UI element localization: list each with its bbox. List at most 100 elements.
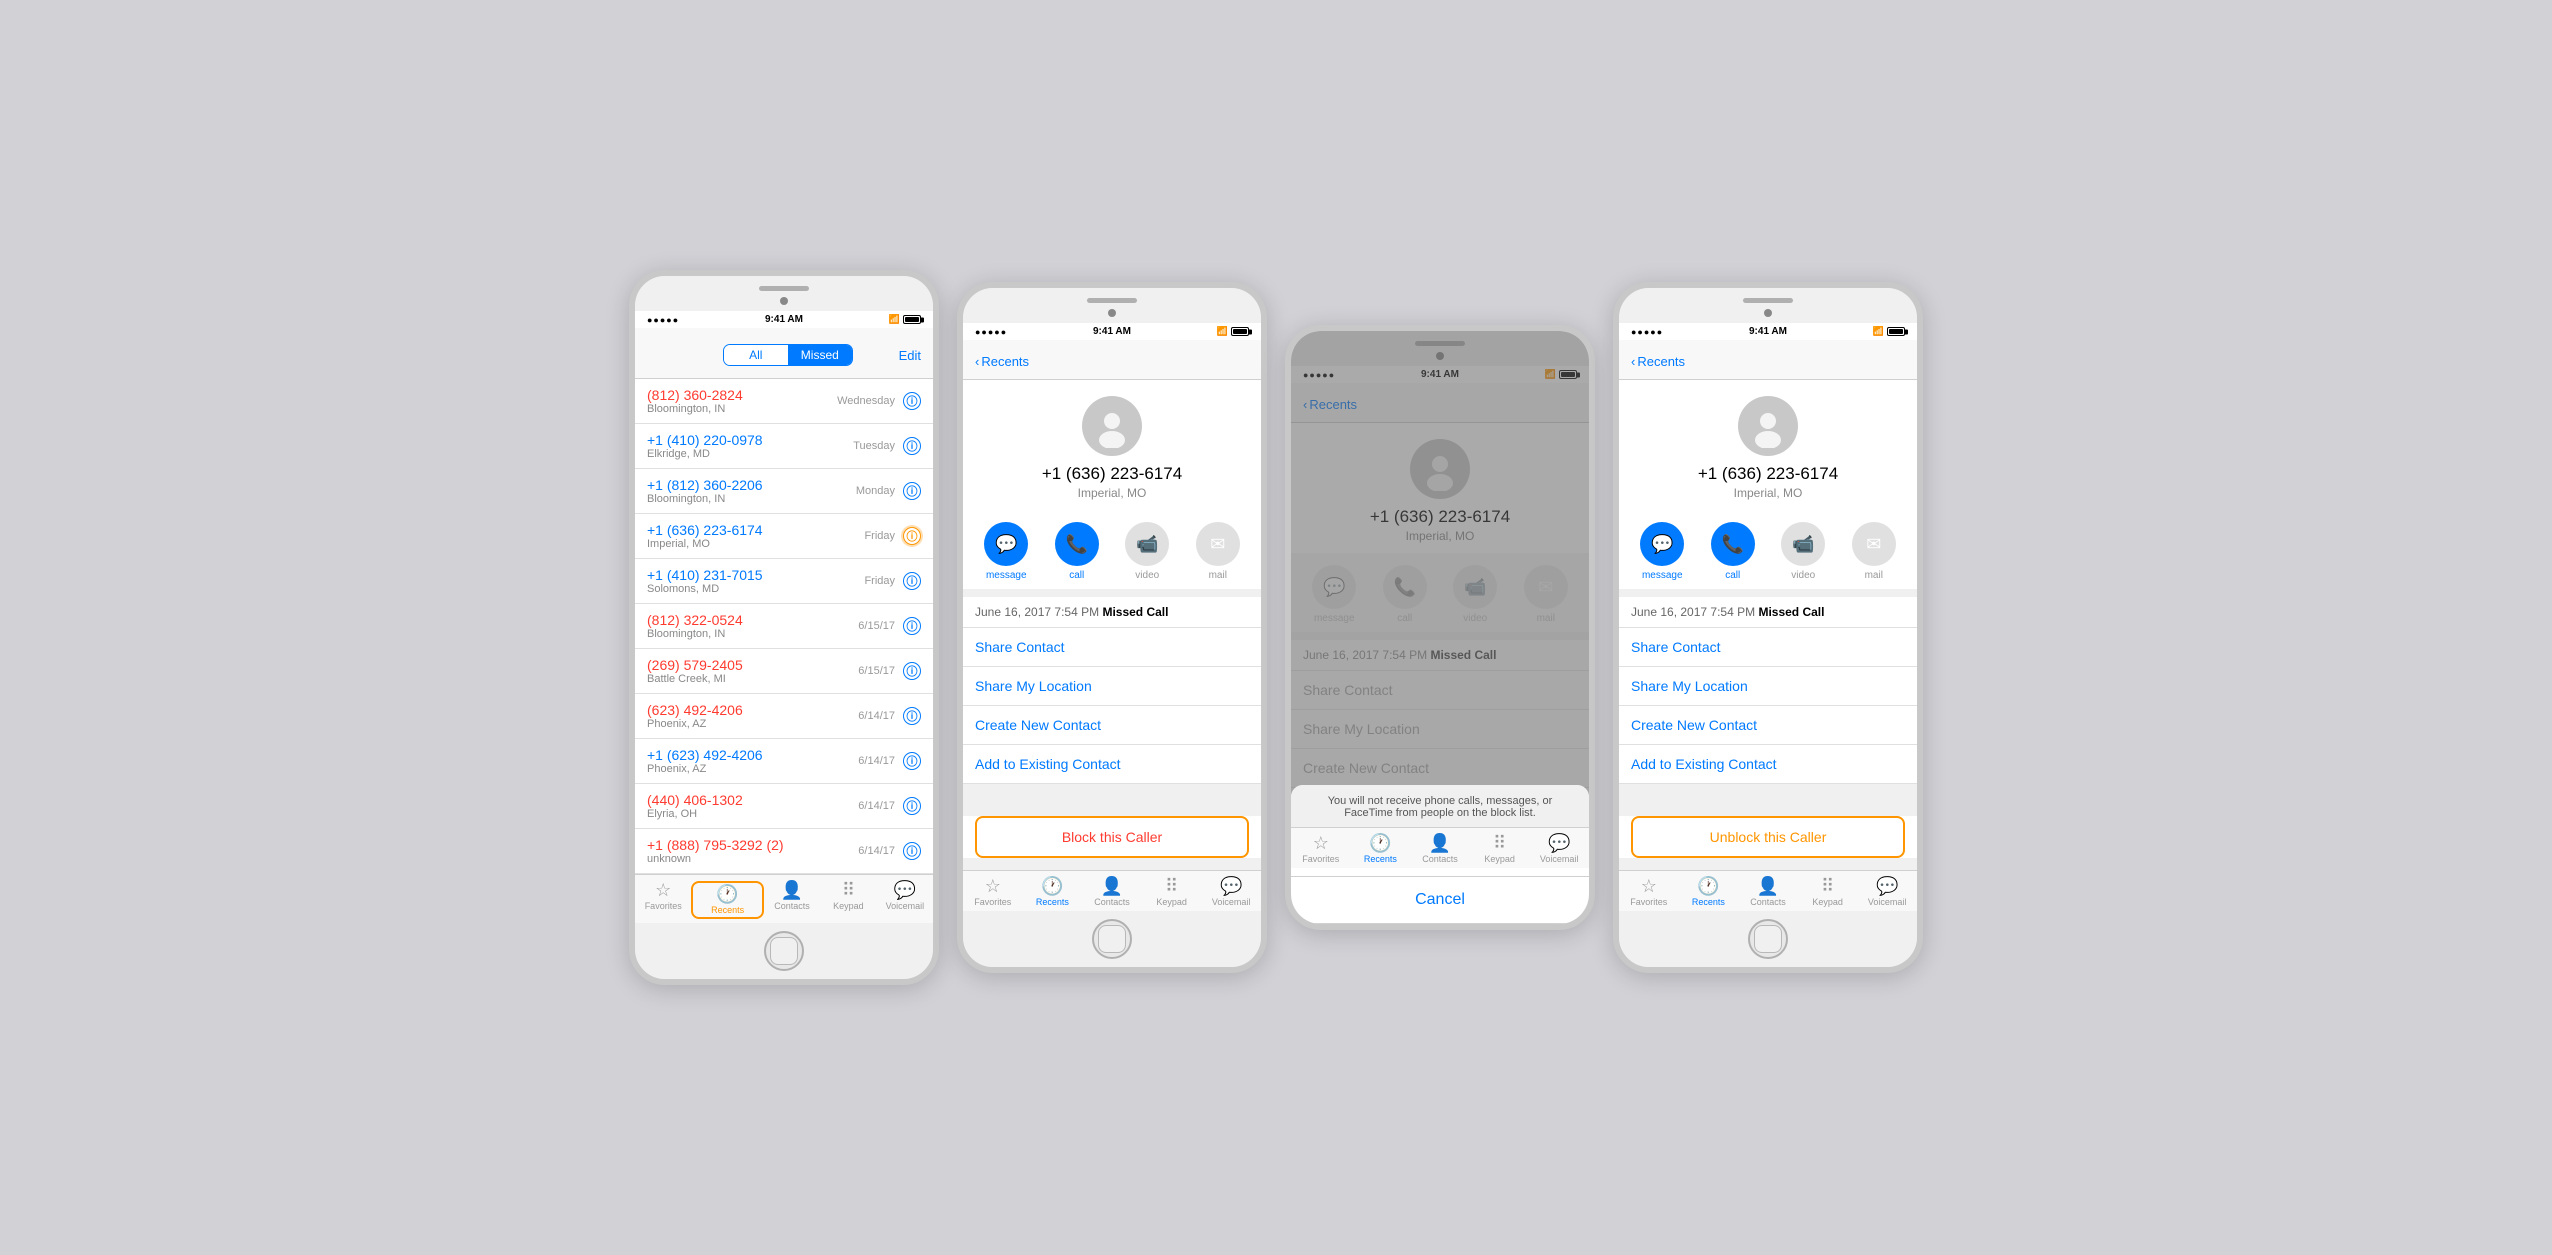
- link-add-existing-4[interactable]: Add to Existing Contact: [1619, 745, 1917, 784]
- tab-voicemail-2[interactable]: 💬 Voicemail: [1201, 877, 1261, 907]
- contact-location-2: Imperial, MO: [1078, 486, 1147, 500]
- tab-contacts-3[interactable]: 👤 Contacts: [1410, 834, 1470, 864]
- link-share-location-2[interactable]: Share My Location: [963, 667, 1261, 706]
- tab-favorites-3[interactable]: ☆ Favorites: [1291, 834, 1351, 864]
- link-create-contact-4[interactable]: Create New Contact: [1619, 706, 1917, 745]
- tab-contacts-4[interactable]: 👤 Contacts: [1738, 877, 1798, 907]
- link-share-contact-2[interactable]: Share Contact: [963, 628, 1261, 667]
- list-item-1-9[interactable]: +1 (623) 492-4206 Phoenix, AZ 6/14/17 ⓘ: [635, 739, 933, 784]
- tab-keypad-1[interactable]: ⠿ Keypad: [820, 881, 876, 919]
- action-video-2[interactable]: 📹 video: [1119, 522, 1175, 581]
- list-item-1-3[interactable]: +1 (812) 360-2206 Bloomington, IN Monday…: [635, 469, 933, 514]
- call-circle-2: 📞: [1055, 522, 1099, 566]
- avatar-2: [1082, 396, 1142, 456]
- key-label-4: Keypad: [1812, 897, 1843, 907]
- info-btn-1-10[interactable]: ⓘ: [903, 797, 921, 815]
- tab-recents-4[interactable]: 🕐 Recents: [1679, 877, 1739, 907]
- location-1-3: Bloomington, IN: [647, 493, 856, 505]
- list-item-1-2[interactable]: +1 (410) 220-0978 Elkridge, MD Tuesday ⓘ: [635, 424, 933, 469]
- link-add-existing-2[interactable]: Add to Existing Contact: [963, 745, 1261, 784]
- action-message-2[interactable]: 💬 message: [978, 522, 1034, 581]
- list-item-1-6[interactable]: (812) 322-0524 Bloomington, IN 6/15/17 ⓘ: [635, 604, 933, 649]
- location-1-10: Elyria, OH: [647, 808, 858, 820]
- home-button-2[interactable]: [1092, 919, 1132, 959]
- back-btn-2[interactable]: ‹ Recents: [975, 354, 1029, 369]
- wifi-icon-1: 📶: [889, 314, 900, 325]
- video-label-2: video: [1135, 570, 1159, 581]
- info-btn-1-3[interactable]: ⓘ: [903, 482, 921, 500]
- tab-favorites-2[interactable]: ☆ Favorites: [963, 877, 1023, 907]
- tab-recents-3[interactable]: 🕐 Recents: [1351, 834, 1411, 864]
- info-btn-1-4[interactable]: ⓘ: [903, 527, 921, 545]
- list-item-1-7[interactable]: (269) 579-2405 Battle Creek, MI 6/15/17 …: [635, 649, 933, 694]
- tab-recents-1[interactable]: 🕐 Recents: [691, 881, 763, 919]
- action-video-4[interactable]: 📹 video: [1775, 522, 1831, 581]
- number-1-6: (812) 322-0524: [647, 612, 858, 628]
- info-btn-1-2[interactable]: ⓘ: [903, 437, 921, 455]
- con-label-3: Contacts: [1422, 854, 1458, 864]
- seg-all-1[interactable]: All: [724, 345, 788, 365]
- tab-bar-3: ☆ Favorites 🕐 Recents 👤 Contacts ⠿ Keypa…: [1291, 827, 1589, 868]
- action-call-4[interactable]: 📞 call: [1705, 522, 1761, 581]
- number-1-4: +1 (636) 223-6174: [647, 522, 864, 538]
- phone-bottom-4: [1619, 911, 1917, 967]
- status-icons-2: 📶: [1217, 326, 1249, 337]
- list-item-1-10[interactable]: (440) 406-1302 Elyria, OH 6/14/17 ⓘ: [635, 784, 933, 829]
- back-btn-4[interactable]: ‹ Recents: [1631, 354, 1685, 369]
- location-1-11: unknown: [647, 853, 858, 865]
- number-1-2: +1 (410) 220-0978: [647, 432, 853, 448]
- edit-btn-1[interactable]: Edit: [899, 348, 921, 363]
- list-item-1-4[interactable]: +1 (636) 223-6174 Imperial, MO Friday ⓘ: [635, 514, 933, 559]
- nav-bar-4: ‹ Recents: [1619, 340, 1917, 380]
- seg-control-1[interactable]: All Missed: [723, 344, 853, 366]
- date-1-6: 6/15/17: [858, 620, 895, 632]
- action-message-4[interactable]: 💬 message: [1634, 522, 1690, 581]
- link-share-contact-4[interactable]: Share Contact: [1619, 628, 1917, 667]
- tab-contacts-1[interactable]: 👤 Contacts: [764, 881, 820, 919]
- vm-icon-2: 💬: [1220, 877, 1242, 895]
- action-mail-4[interactable]: ✉ mail: [1846, 522, 1902, 581]
- key-icon-3: ⠿: [1493, 834, 1506, 852]
- tab-voicemail-1[interactable]: 💬 Voicemail: [877, 881, 933, 919]
- list-item-1-11[interactable]: +1 (888) 795-3292 (2) unknown 6/14/17 ⓘ: [635, 829, 933, 874]
- phone-bottom-2: [963, 911, 1261, 967]
- call-type-2: Missed Call: [1102, 605, 1168, 619]
- info-btn-1-1[interactable]: ⓘ: [903, 392, 921, 410]
- info-btn-1-8[interactable]: ⓘ: [903, 707, 921, 725]
- phone-2: ●●●●● 9:41 AM 📶 ‹ Recents +1 (636) 223-6…: [957, 282, 1267, 973]
- info-btn-1-7[interactable]: ⓘ: [903, 662, 921, 680]
- tab-keypad-2[interactable]: ⠿ Keypad: [1142, 877, 1202, 907]
- link-share-location-4[interactable]: Share My Location: [1619, 667, 1917, 706]
- tab-voicemail-4[interactable]: 💬 Voicemail: [1857, 877, 1917, 907]
- tab-keypad-4[interactable]: ⠿ Keypad: [1798, 877, 1858, 907]
- tab-recents-2[interactable]: 🕐 Recents: [1023, 877, 1083, 907]
- list-item-1-8[interactable]: (623) 492-4206 Phoenix, AZ 6/14/17 ⓘ: [635, 694, 933, 739]
- camera-4: [1764, 309, 1772, 317]
- link-create-contact-2[interactable]: Create New Contact: [963, 706, 1261, 745]
- action-mail-2[interactable]: ✉ mail: [1190, 522, 1246, 581]
- home-button-inner-4: [1754, 925, 1782, 953]
- info-btn-1-11[interactable]: ⓘ: [903, 842, 921, 860]
- call-label-2: call: [1069, 570, 1084, 581]
- info-btn-1-9[interactable]: ⓘ: [903, 752, 921, 770]
- home-button-4[interactable]: [1748, 919, 1788, 959]
- tab-keypad-3[interactable]: ⠿ Keypad: [1470, 834, 1530, 864]
- home-button-1[interactable]: [764, 931, 804, 971]
- tab-voicemail-3[interactable]: 💬 Voicemail: [1529, 834, 1589, 864]
- call-date-2: June 16, 2017: [975, 605, 1051, 619]
- date-1-4: Friday: [864, 530, 895, 542]
- list-item-1-5[interactable]: +1 (410) 231-7015 Solomons, MD Friday ⓘ: [635, 559, 933, 604]
- info-btn-1-5[interactable]: ⓘ: [903, 572, 921, 590]
- info-btn-1-6[interactable]: ⓘ: [903, 617, 921, 635]
- list-item-1-1[interactable]: (812) 360-2824 Bloomington, IN Wednesday…: [635, 379, 933, 424]
- tab-favorites-1[interactable]: ☆ Favorites: [635, 881, 691, 919]
- mail-circle-4: ✉: [1852, 522, 1896, 566]
- seg-missed-1[interactable]: Missed: [788, 345, 852, 365]
- number-1-1: (812) 360-2824: [647, 387, 837, 403]
- block-btn-2[interactable]: Block this Caller: [975, 816, 1249, 858]
- action-call-2[interactable]: 📞 call: [1049, 522, 1105, 581]
- tab-favorites-4[interactable]: ☆ Favorites: [1619, 877, 1679, 907]
- unblock-btn-4[interactable]: Unblock this Caller: [1631, 816, 1905, 858]
- signal-dots-1: ●●●●●: [647, 315, 679, 325]
- tab-contacts-2[interactable]: 👤 Contacts: [1082, 877, 1142, 907]
